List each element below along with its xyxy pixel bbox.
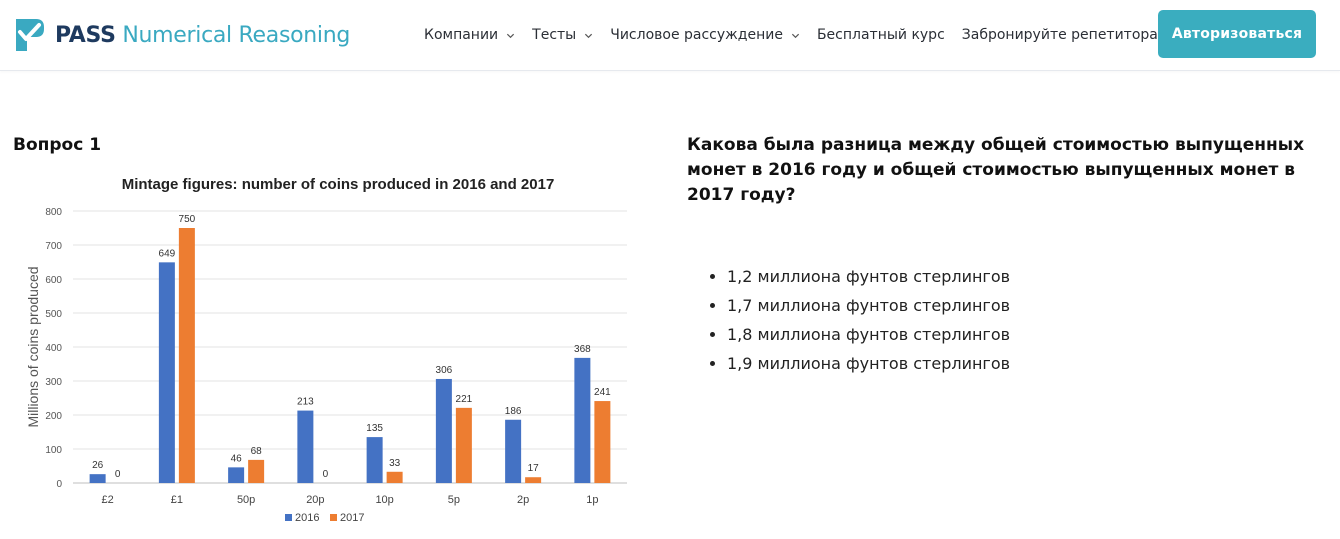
legend-swatch [285,514,292,521]
y-tick-label: 800 [45,207,62,218]
bar-2016 [505,419,522,483]
data-label: 68 [251,446,263,457]
x-tick-label: £2 [102,494,114,506]
nav-item-label: Бесплатный курс [816,27,945,43]
data-label: 33 [389,458,401,469]
data-label: 213 [297,397,314,408]
main-nav: Компании Тесты Числовое рассуждение Бесп… [424,0,1175,70]
nav-item-label: Тесты [532,27,577,43]
answer-option[interactable]: 1,7 миллиона фунтов стерлингов [710,291,1010,320]
answer-option[interactable]: 1,8 миллиона фунтов стерлингов [710,320,1010,349]
y-axis-label: Millions of coins produced [25,266,41,427]
chart-title: Mintage figures: number of coins produce… [122,176,555,193]
data-label: 221 [456,394,473,405]
bar-2016 [435,378,452,483]
logo-mark-icon [16,19,44,51]
y-tick-label: 100 [45,445,62,456]
x-tick-label: 20p [306,494,324,506]
bar-2016 [158,262,175,483]
x-tick-label: 2p [517,494,529,506]
nav-item-label: Числовое рассуждение [610,27,783,43]
bar-2017 [525,477,542,483]
x-tick-label: 1p [586,494,598,506]
data-label: 0 [115,469,121,480]
question-number: Вопрос 1 [13,135,102,155]
answer-label: 1,9 миллиона фунтов стерлингов [727,354,1011,373]
bar-2016 [89,474,106,483]
x-tick-label: 50p [237,494,255,506]
logo-text: PASS Numerical Reasoning [55,23,350,48]
chevron-down-icon [507,33,515,38]
bar-2016 [366,437,383,483]
site-header: PASS Numerical Reasoning Компании Тесты … [0,0,1340,71]
data-label: 46 [231,453,243,464]
y-tick-label: 600 [45,275,62,286]
bar-2016 [228,467,245,483]
logo-rest-text: Numerical Reasoning [122,22,351,48]
x-tick-label: £1 [171,494,183,506]
legend-label: 2017 [340,512,364,524]
data-label: 649 [159,248,176,259]
logo[interactable]: PASS Numerical Reasoning [13,17,350,53]
data-label: 26 [92,460,104,471]
bullet-icon [710,274,715,279]
question-text: Какова была разница между общей стоимост… [687,135,1305,205]
answer-option[interactable]: 1,2 миллиона фунтов стерлингов [710,262,1010,291]
data-label: 135 [366,423,383,434]
bar-2017 [386,471,403,483]
nav-item-label: Забронируйте репетитора [961,27,1158,43]
bar-2017 [178,228,195,483]
chart-container: Mintage figures: number of coins produce… [13,165,653,535]
bullet-icon [710,361,715,366]
logo-pass-text: PASS [55,22,116,48]
legend-swatch [330,514,337,521]
nav-item-tests[interactable]: Тесты [532,27,593,43]
answer-option[interactable]: 1,9 миллиона фунтов стерлингов [710,349,1010,378]
login-button[interactable]: Авторизоваться [1158,10,1316,58]
x-tick-label: 5p [448,494,460,506]
y-tick-label: 700 [45,241,62,252]
bullet-icon [710,332,715,337]
data-label: 241 [594,387,611,398]
data-label: 0 [323,469,329,480]
chevron-down-icon [585,33,593,38]
data-label: 186 [505,406,522,417]
chevron-down-icon [791,33,800,38]
nav-item-label: Компании [424,27,499,43]
y-tick-label: 0 [56,479,62,490]
nav-item-companies[interactable]: Компании [424,27,515,43]
nav-item-book-tutor[interactable]: Забронируйте репетитора [962,27,1158,43]
y-tick-label: 500 [45,309,62,320]
data-label: 306 [436,365,453,376]
nav-item-numerical-reasoning[interactable]: Числовое рассуждение [610,27,800,43]
bar-chart: Mintage figures: number of coins produce… [25,176,627,524]
bar-2017 [594,401,611,483]
bullet-icon [710,303,715,308]
answer-label: 1,7 миллиона фунтов стерлингов [727,296,1011,315]
bar-2016 [297,410,314,483]
data-label: 750 [179,214,196,225]
x-tick-label: 10p [375,494,393,506]
bar-2017 [248,459,265,483]
answer-list: 1,2 миллиона фунтов стерлингов 1,7 милли… [710,262,1010,378]
y-tick-label: 300 [45,377,62,388]
nav-item-free-course[interactable]: Бесплатный курс [817,27,945,43]
data-label: 368 [574,344,591,355]
bar-2016 [574,357,591,483]
answer-label: 1,8 миллиона фунтов стерлингов [727,325,1011,344]
legend-label: 2016 [295,512,319,524]
bar-2017 [455,407,472,483]
y-tick-label: 200 [45,411,62,422]
y-tick-label: 400 [45,343,62,354]
answer-label: 1,2 миллиона фунтов стерлингов [727,267,1011,286]
data-label: 17 [528,463,540,474]
